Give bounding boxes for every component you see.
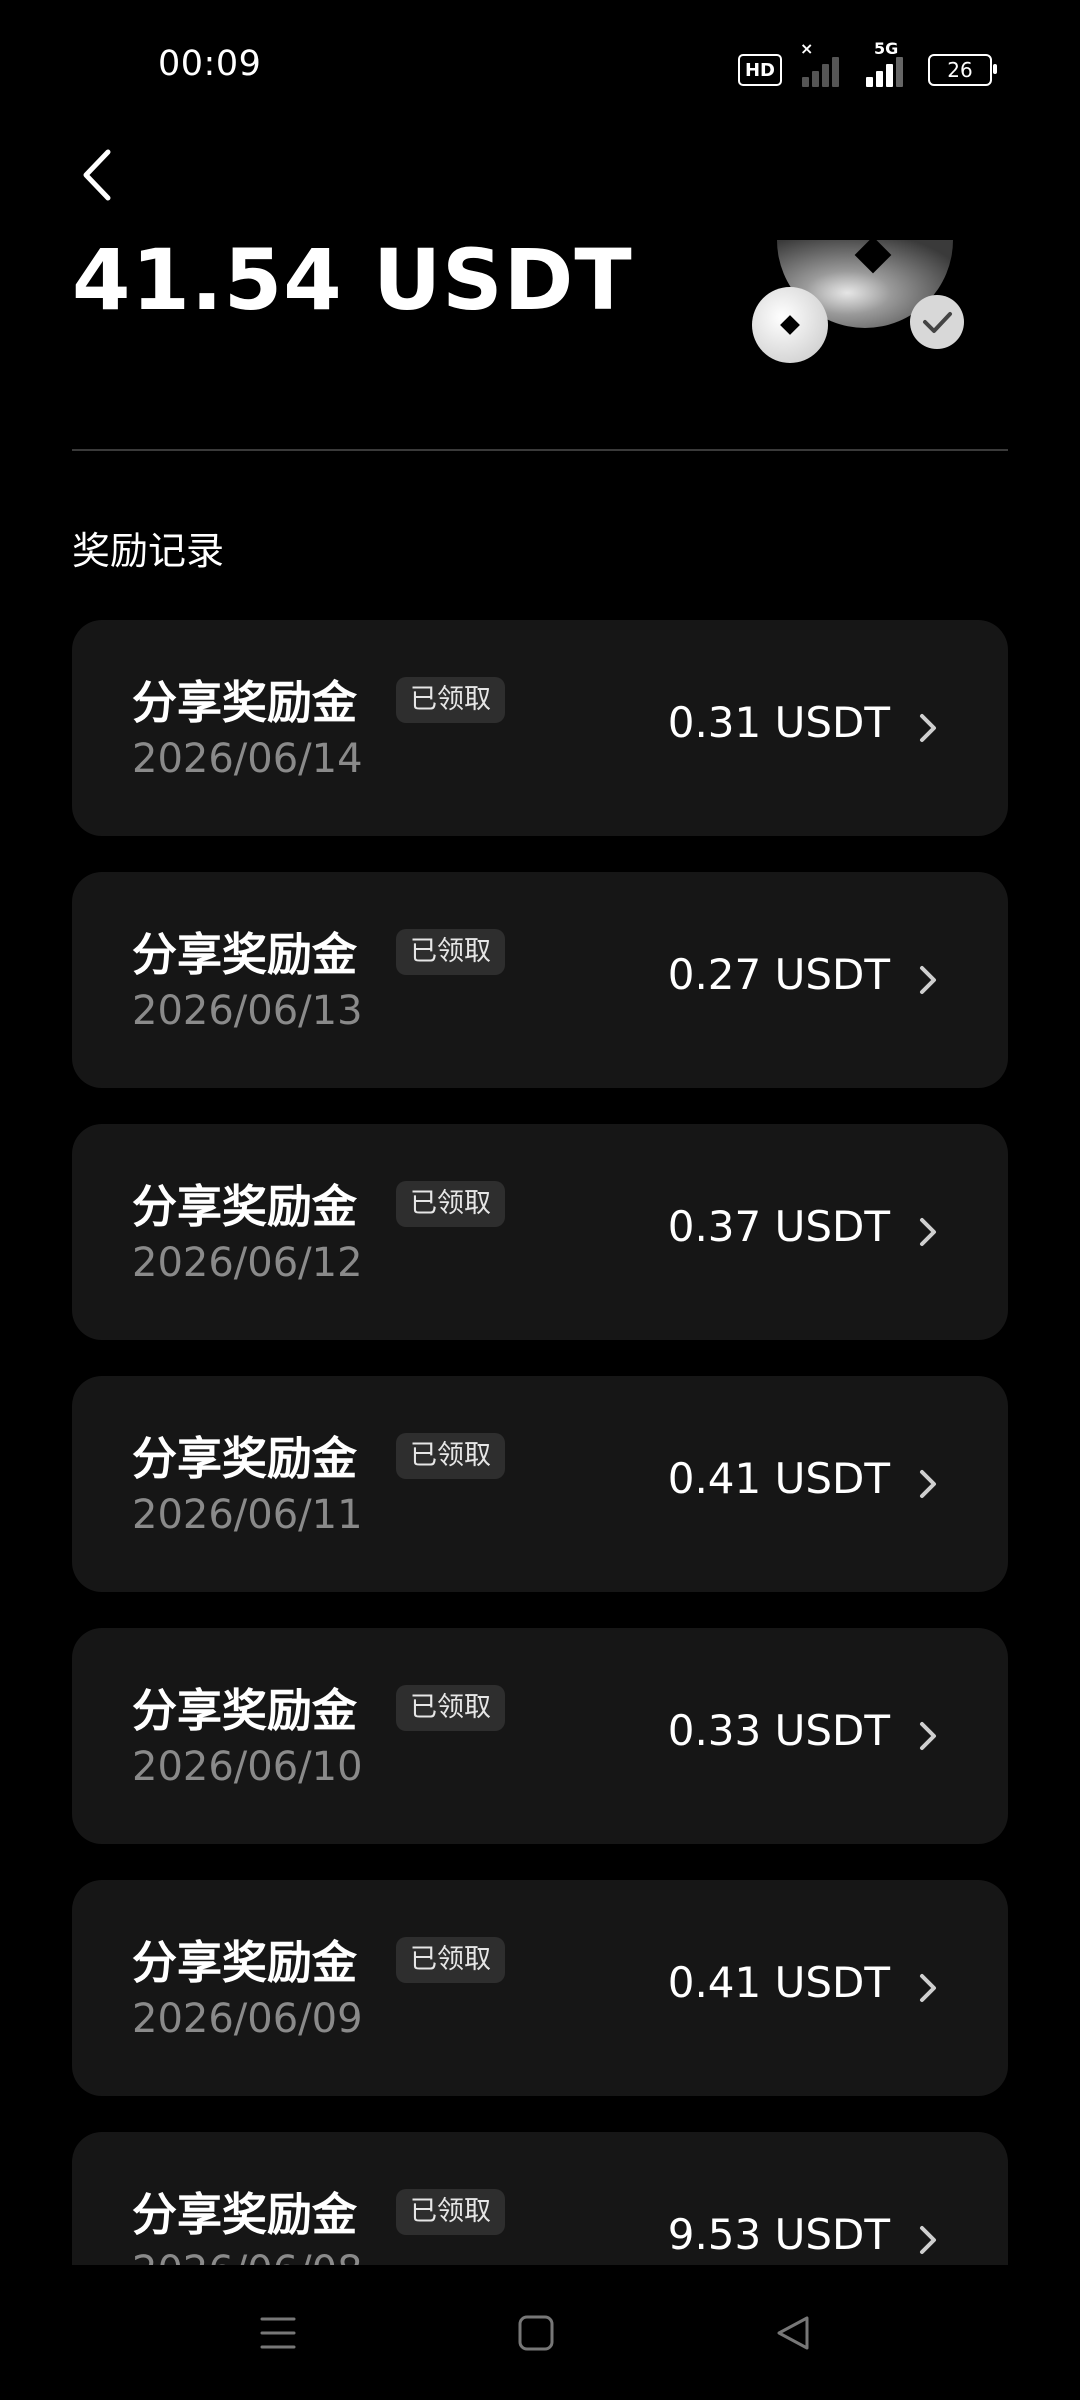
record-card[interactable]: 分享奖励金 已领取 2026/06/13 0.27 USDT bbox=[72, 872, 1008, 1088]
record-status-badge: 已领取 bbox=[396, 2189, 505, 2235]
record-date: 2026/06/11 bbox=[132, 1492, 363, 1538]
record-status-badge: 已领取 bbox=[396, 677, 505, 723]
record-amount: 0.41 USDT bbox=[667, 1454, 890, 1503]
menu-icon bbox=[260, 2317, 296, 2349]
home-square-icon bbox=[518, 2315, 554, 2351]
record-amount: 9.53 USDT bbox=[667, 2210, 890, 2259]
record-card[interactable]: 分享奖励金 已领取 2026/06/09 0.41 USDT bbox=[72, 1880, 1008, 2096]
record-status-badge: 已领取 bbox=[396, 1433, 505, 1479]
battery-level: 26 bbox=[947, 58, 973, 82]
chevron-right-icon bbox=[920, 1218, 936, 1246]
nav-menu-button[interactable] bbox=[248, 2305, 308, 2361]
record-card[interactable]: 分享奖励金 已领取 2026/06/08 9.53 USDT bbox=[72, 2132, 1008, 2265]
record-card[interactable]: 分享奖励金 已领取 2026/06/14 0.31 USDT bbox=[72, 620, 1008, 836]
record-card[interactable]: 分享奖励金 已领取 2026/06/12 0.37 USDT bbox=[72, 1124, 1008, 1340]
signal-sim2-icon: 5G bbox=[864, 39, 910, 87]
record-status-badge: 已领取 bbox=[396, 929, 505, 975]
status-time: 00:09 bbox=[158, 44, 262, 84]
hd-label: HD bbox=[744, 59, 775, 81]
record-date: 2026/06/13 bbox=[132, 988, 363, 1034]
record-title: 分享奖励金 bbox=[132, 1180, 358, 1233]
record-date: 2026/06/10 bbox=[132, 1744, 363, 1790]
no-signal-mark: × bbox=[800, 39, 814, 58]
nav-back-button[interactable] bbox=[763, 2305, 823, 2361]
system-nav-bar bbox=[0, 2265, 1080, 2400]
signal-sim1-icon: × bbox=[800, 39, 846, 87]
record-amount: 0.33 USDT bbox=[667, 1706, 890, 1755]
balance-amount: 41.54 USDT bbox=[72, 231, 633, 329]
record-status-badge: 已领取 bbox=[396, 1181, 505, 1227]
chevron-right-icon bbox=[920, 1470, 936, 1498]
record-amount: 0.37 USDT bbox=[667, 1202, 890, 1251]
chevron-right-icon bbox=[920, 1722, 936, 1750]
reward-record-list: 分享奖励金 已领取 2026/06/14 0.31 USDT 分享奖励金 已领取… bbox=[72, 620, 1008, 2265]
section-title: 奖励记录 bbox=[72, 529, 225, 573]
back-button[interactable] bbox=[72, 145, 122, 205]
record-date: 2026/06/08 bbox=[132, 2248, 363, 2265]
record-amount: 0.41 USDT bbox=[667, 1958, 890, 2007]
record-date: 2026/06/12 bbox=[132, 1240, 363, 1286]
chevron-right-icon bbox=[920, 714, 936, 742]
battery-icon: 26 bbox=[928, 54, 997, 86]
header-divider bbox=[72, 449, 1008, 451]
record-title: 分享奖励金 bbox=[132, 928, 358, 981]
network-type-label: 5G bbox=[874, 39, 899, 58]
record-card[interactable]: 分享奖励金 已领取 2026/06/10 0.33 USDT bbox=[72, 1628, 1008, 1844]
record-status-badge: 已领取 bbox=[396, 1685, 505, 1731]
nav-home-button[interactable] bbox=[506, 2305, 566, 2361]
status-icons: HD × 5G 26 bbox=[738, 39, 997, 90]
chevron-right-icon bbox=[920, 2226, 936, 2254]
back-triangle-icon bbox=[777, 2316, 809, 2350]
record-title: 分享奖励金 bbox=[132, 1432, 358, 1485]
back-arrow-icon bbox=[83, 149, 111, 201]
record-amount: 0.27 USDT bbox=[667, 950, 890, 999]
record-title: 分享奖励金 bbox=[132, 2188, 358, 2241]
chevron-right-icon bbox=[920, 1974, 936, 2002]
record-amount: 0.31 USDT bbox=[667, 698, 890, 747]
coins-icon bbox=[752, 236, 964, 363]
hd-icon: HD bbox=[738, 54, 782, 86]
record-date: 2026/06/09 bbox=[132, 1996, 363, 2042]
record-title: 分享奖励金 bbox=[132, 1936, 358, 1989]
record-date: 2026/06/14 bbox=[132, 736, 363, 782]
record-title: 分享奖励金 bbox=[132, 676, 358, 729]
status-bar: 00:09 HD × 5G 26 bbox=[0, 0, 1080, 140]
record-status-badge: 已领取 bbox=[396, 1937, 505, 1983]
chevron-right-icon bbox=[920, 966, 936, 994]
record-card[interactable]: 分享奖励金 已领取 2026/06/11 0.41 USDT bbox=[72, 1376, 1008, 1592]
reward-coins-illustration bbox=[740, 230, 980, 380]
record-title: 分享奖励金 bbox=[132, 1684, 358, 1737]
